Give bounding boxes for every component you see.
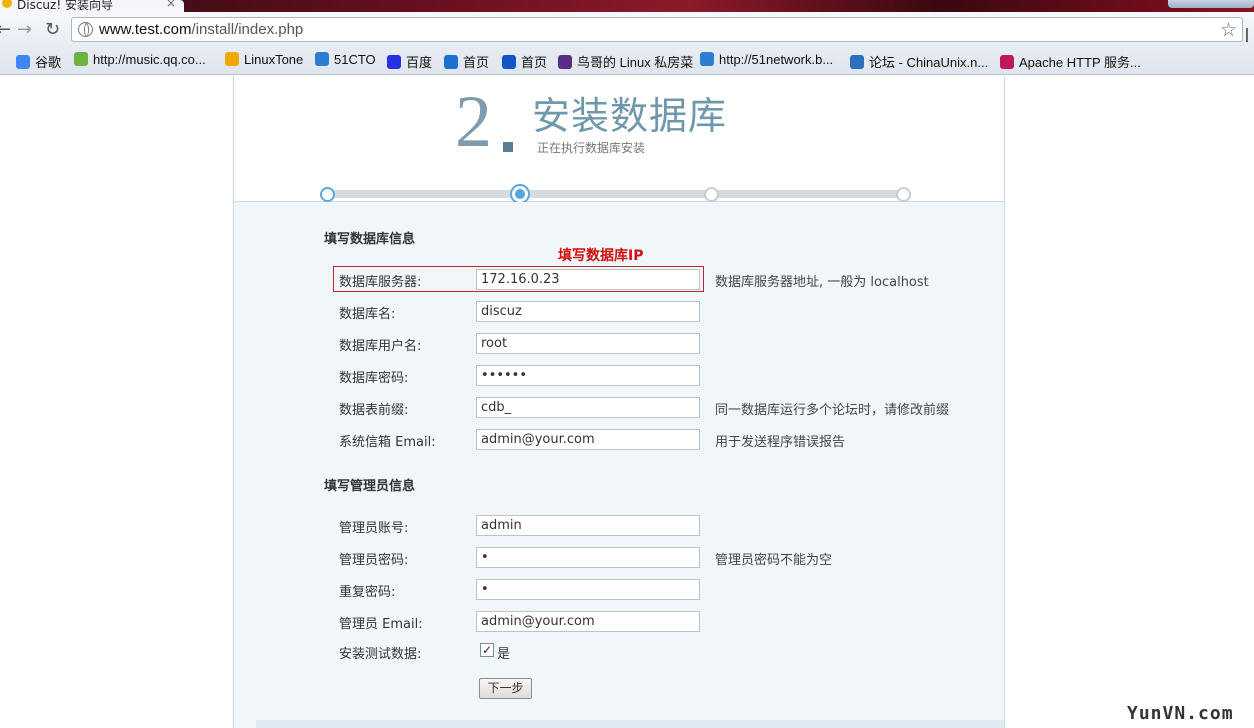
bookmark-item[interactable]: 百度 bbox=[387, 52, 433, 70]
bookmark-item[interactable]: http://music.qq.co... bbox=[74, 52, 206, 69]
admin-section-heading: 填写管理员信息 bbox=[324, 479, 416, 494]
install-container: 2 安装数据库 正在执行数据库安装 填写数据库信息 填写数据库IP 数据库服务器… bbox=[233, 76, 1005, 728]
field-label: 数据库用户名: bbox=[339, 339, 422, 354]
install-header: 2 安装数据库 正在执行数据库安装 bbox=[234, 76, 1004, 204]
51network-icon bbox=[700, 52, 714, 66]
google-icon bbox=[16, 55, 30, 69]
bookmark-label: 鸟哥的 Linux 私房菜 bbox=[577, 55, 694, 70]
bird-icon bbox=[558, 55, 572, 69]
step-number-dot bbox=[503, 142, 513, 152]
bookmarks-bar: 谷歌 http://music.qq.co... LinuxTone 51CTO 百度 首… bbox=[0, 46, 1254, 75]
field-label: 管理员账号: bbox=[339, 521, 409, 536]
bookmark-label: http://music.qq.co... bbox=[93, 52, 206, 67]
window-controls[interactable] bbox=[1168, 0, 1254, 8]
chinaunix-icon bbox=[850, 55, 864, 69]
url-path: /install/index.php bbox=[191, 21, 304, 38]
step-number: 2 bbox=[455, 81, 492, 163]
bookmark-label: LinuxTone bbox=[244, 52, 304, 67]
bookmark-item[interactable]: LinuxTone bbox=[225, 52, 303, 69]
bookmark-label: 首页 bbox=[463, 55, 490, 70]
text-input[interactable]: 172.16.0.23 bbox=[476, 269, 700, 290]
progress-step bbox=[896, 187, 911, 202]
bookmark-label: 论坛 - ChinaUnix.n... bbox=[869, 55, 989, 70]
back-arrow-icon[interactable]: ← bbox=[0, 21, 11, 39]
bookmark-item[interactable]: 首页 bbox=[444, 52, 490, 70]
url-text: www.test.com/install/index.php bbox=[99, 21, 303, 38]
text-input[interactable]: admin@your.com bbox=[476, 611, 700, 632]
tab-title: Discuz! 安装向导 bbox=[17, 0, 113, 12]
browser-tab[interactable]: Discuz! 安装向导 × bbox=[0, 0, 184, 12]
field-hint: 同一数据库运行多个论坛时，请修改前缀 bbox=[715, 403, 950, 418]
bookmark-label: 51CTO bbox=[334, 52, 376, 67]
field-hint: 管理员密码不能为空 bbox=[715, 553, 833, 568]
progress-track bbox=[328, 190, 904, 198]
text-input[interactable]: admin bbox=[476, 515, 700, 536]
bookmark-item[interactable]: 论坛 - ChinaUnix.n... bbox=[850, 52, 989, 70]
progress-step-current bbox=[510, 184, 530, 204]
play-icon bbox=[444, 55, 458, 69]
watermark: YunVN.com bbox=[1127, 703, 1234, 724]
field-label: 管理员 Email: bbox=[339, 617, 423, 632]
field-label: 数据库服务器: bbox=[339, 275, 422, 290]
reload-icon[interactable]: ↻ bbox=[45, 21, 60, 39]
bookmark-star-icon[interactable]: ☆ bbox=[1220, 19, 1237, 41]
bookmark-item[interactable]: 首页 bbox=[502, 52, 548, 70]
text-input[interactable]: root bbox=[476, 333, 700, 354]
bookmark-label: Apache HTTP 服务... bbox=[1019, 55, 1141, 70]
footer-strip bbox=[256, 720, 1004, 728]
field-label: 管理员密码: bbox=[339, 553, 409, 568]
opera-o-icon bbox=[502, 55, 516, 69]
field-label: 数据表前缀: bbox=[339, 403, 409, 418]
progress-step bbox=[704, 187, 719, 202]
field-label: 数据库密码: bbox=[339, 371, 409, 386]
bookmark-label: 谷歌 bbox=[35, 55, 62, 70]
text-input[interactable]: •••••• bbox=[476, 365, 700, 386]
globe-icon bbox=[78, 22, 93, 37]
baidu-paw-icon bbox=[387, 55, 401, 69]
step-title: 安装数据库 bbox=[532, 94, 728, 138]
bookmark-label: http://51network.b... bbox=[719, 52, 834, 67]
field-label: 重复密码: bbox=[339, 585, 396, 600]
field-label: 数据库名: bbox=[339, 307, 396, 322]
test-data-label: 安装测试数据: bbox=[339, 647, 422, 662]
db-ip-annotation: 填写数据库IP bbox=[558, 248, 644, 264]
bookmark-item[interactable]: http://51network.b... bbox=[700, 52, 833, 69]
tab-close-icon[interactable]: × bbox=[166, 0, 176, 10]
text-input[interactable]: admin@your.com bbox=[476, 429, 700, 450]
text-input[interactable]: • bbox=[476, 579, 700, 600]
bookmark-label: 百度 bbox=[406, 55, 433, 70]
text-input[interactable]: • bbox=[476, 547, 700, 568]
next-step-button[interactable]: 下一步 bbox=[479, 678, 532, 699]
apache-feather-icon bbox=[1000, 55, 1014, 69]
address-bar[interactable]: www.test.com/install/index.php ☆ bbox=[71, 17, 1243, 42]
step-subtitle: 正在执行数据库安装 bbox=[537, 141, 646, 155]
51cto-icon bbox=[315, 52, 329, 66]
bookmark-item[interactable]: 51CTO bbox=[315, 52, 376, 69]
url-host: www.test.com bbox=[99, 21, 192, 38]
db-section-heading: 填写数据库信息 bbox=[324, 232, 416, 247]
qq-music-icon bbox=[74, 52, 88, 66]
field-label: 系统信箱 Email: bbox=[339, 435, 436, 450]
bookmark-label: 首页 bbox=[521, 55, 548, 70]
forward-arrow-icon[interactable]: → bbox=[17, 21, 32, 39]
field-hint: 数据库服务器地址, 一般为 localhost bbox=[715, 275, 929, 290]
test-data-checkbox[interactable]: ✓ bbox=[480, 643, 494, 657]
wrench-menu-icon[interactable] bbox=[1246, 28, 1254, 42]
bookmark-item[interactable]: Apache HTTP 服务... bbox=[1000, 52, 1141, 70]
text-input[interactable]: discuz bbox=[476, 301, 700, 322]
text-input[interactable]: cdb_ bbox=[476, 397, 700, 418]
linuxtone-icon bbox=[225, 52, 239, 66]
field-hint: 用于发送程序错误报告 bbox=[715, 435, 846, 450]
test-data-checkbox-label[interactable]: 是 bbox=[497, 643, 510, 662]
progress-step bbox=[320, 187, 335, 202]
bookmark-item[interactable]: 谷歌 bbox=[16, 52, 62, 70]
browser-toolbar: ← → ↻ www.test.com/install/index.php ☆ bbox=[0, 12, 1254, 46]
install-form: 填写数据库信息 填写数据库IP 数据库服务器: 172.16.0.23 数据库服务器… bbox=[234, 202, 1004, 728]
page-body: 2 安装数据库 正在执行数据库安装 填写数据库信息 填写数据库IP 数据库服务器… bbox=[0, 76, 1254, 728]
browser-tab-strip: Discuz! 安装向导 × bbox=[0, 0, 1254, 12]
bookmark-item[interactable]: 鸟哥的 Linux 私房菜 bbox=[558, 52, 694, 70]
discuz-favicon-icon bbox=[2, 0, 12, 8]
